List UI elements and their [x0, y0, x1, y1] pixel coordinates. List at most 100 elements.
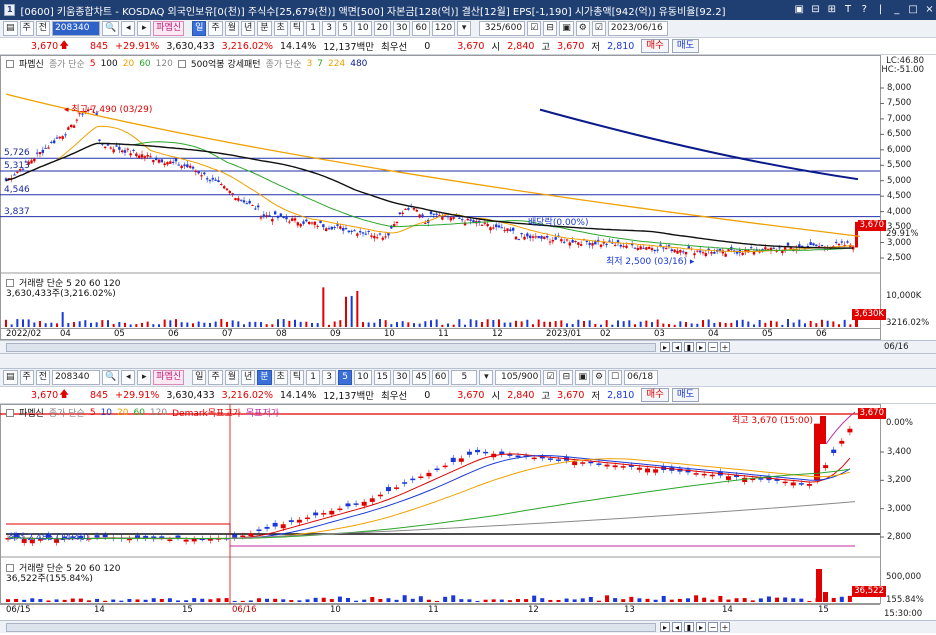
interval2-5-button[interactable]: 5 — [338, 370, 353, 385]
prev-stock2-icon[interactable]: ◂ — [121, 370, 136, 385]
stock-code-input[interactable]: 208340 — [52, 21, 101, 36]
dropdown2-icon[interactable]: ▾ — [479, 370, 494, 385]
daily-ma224-line — [5, 93, 861, 238]
period2-week-button[interactable]: 주 — [208, 370, 223, 385]
daily-chart-pane[interactable]: 파멥신 종가 단순 5 100 20 60 120 500억봉 강세패턴 종가 … — [0, 55, 936, 340]
stock-name2-field[interactable]: 파멥신 — [153, 370, 185, 385]
interval2-60-button[interactable]: 60 — [431, 370, 450, 385]
date-field[interactable]: 2023/06/16 — [607, 21, 668, 36]
save-icon[interactable]: ▣ — [559, 21, 574, 36]
nav-prev-icon[interactable]: ◂ — [672, 342, 682, 352]
period2-year-button[interactable]: 년 — [240, 370, 256, 385]
interval2-10-button[interactable]: 10 — [354, 370, 372, 385]
interval2-1-button[interactable]: 1 — [306, 370, 321, 385]
checkbox2-icon[interactable]: ☑ — [543, 370, 558, 385]
interval-20-button[interactable]: 20 — [373, 21, 392, 36]
interval-3-button[interactable]: 3 — [322, 21, 337, 36]
buy-button[interactable]: 매수 — [641, 39, 669, 53]
pane-divider[interactable] — [0, 353, 936, 369]
nav2-next-icon[interactable]: ▸ — [696, 622, 706, 632]
interval-60-button[interactable]: 60 — [412, 21, 430, 36]
date2-field[interactable]: 06/18 — [624, 370, 659, 385]
sell-button[interactable]: 매도 — [671, 39, 700, 53]
search-icon[interactable]: 🔍 — [102, 21, 120, 36]
next-stock-icon[interactable]: ▸ — [137, 21, 152, 36]
interval-1-button[interactable]: 1 — [306, 21, 321, 36]
period-week-button[interactable]: 주 — [208, 21, 223, 36]
gear2-icon[interactable]: ⚙ — [591, 370, 607, 385]
period-minute-button[interactable]: 분 — [257, 21, 272, 36]
zoom-in-icon[interactable]: + — [720, 342, 730, 352]
interval2-30-button[interactable]: 30 — [393, 370, 411, 385]
daily-scrollbar[interactable] — [6, 343, 656, 352]
minute-chart-pane[interactable]: 파멥신 종가 단순 5 10 20 60 120 Demark목표고가 목표저가… — [0, 404, 936, 622]
interval2-45-button[interactable]: 45 — [412, 370, 430, 385]
checkbox-date-icon[interactable]: ☑ — [591, 21, 606, 36]
sell2-button[interactable]: 매도 — [671, 388, 700, 402]
period-second-button[interactable]: 초 — [273, 21, 288, 36]
minute-scrollbar[interactable] — [6, 623, 656, 632]
period2-tick-button[interactable]: 틱 — [289, 370, 305, 385]
chart-settings2-icon[interactable]: ▤ — [3, 370, 18, 385]
interval-120-button[interactable]: 120 — [431, 21, 456, 36]
interval2-3-button[interactable]: 3 — [322, 370, 337, 385]
market-select[interactable]: 주 — [19, 21, 34, 36]
period-tick-button[interactable]: 틱 — [289, 21, 305, 36]
font-icon[interactable]: T — [841, 3, 854, 17]
search2-icon[interactable]: 🔍 — [102, 370, 120, 385]
close-icon[interactable]: × — [923, 3, 936, 17]
stock-code2-input[interactable]: 208340 — [52, 370, 101, 385]
lock-icon[interactable]: ⊟ — [543, 21, 558, 36]
period-month-button[interactable]: 월 — [224, 21, 239, 36]
period2-second-button[interactable]: 초 — [273, 370, 288, 385]
checkbox-date2-icon[interactable]: ☐ — [608, 370, 623, 385]
count2-field[interactable]: 105/900 — [495, 370, 542, 385]
help-icon[interactable]: ? — [858, 3, 871, 17]
checkbox-icon[interactable]: ☑ — [527, 21, 542, 36]
interval-30-button[interactable]: 30 — [393, 21, 411, 36]
window-ctrl-2-icon[interactable]: ⊟ — [809, 3, 822, 17]
minute-candle — [410, 478, 416, 481]
gear-icon[interactable]: ⚙ — [575, 21, 590, 36]
nav2-pause-icon[interactable]: ▮ — [684, 622, 694, 632]
nav2-first-icon[interactable]: ▸ — [660, 622, 670, 632]
chart-settings-icon[interactable]: ▤ — [3, 21, 18, 36]
dropdown-icon[interactable]: ▾ — [457, 21, 472, 36]
nav-first-icon[interactable]: ▸ — [660, 342, 670, 352]
lock2-icon[interactable]: ⊟ — [559, 370, 574, 385]
zoom2-out-icon[interactable]: − — [708, 622, 718, 632]
daily-volume-bar — [464, 324, 466, 327]
period-year-button[interactable]: 년 — [240, 21, 256, 36]
interval2-field[interactable]: 5 — [451, 370, 478, 385]
stock-name-field[interactable]: 파멥신 — [153, 21, 185, 36]
bottom-price-info: 3,670 🡅 845 +29.91% 3,630,433 3,216.02% … — [0, 387, 936, 404]
price-change-pct2: +29.91% — [115, 389, 160, 401]
nav-pause-icon[interactable]: ▮ — [684, 342, 694, 352]
zoom2-in-icon[interactable]: + — [720, 622, 730, 632]
nav2-prev-icon[interactable]: ◂ — [672, 622, 682, 632]
period2-month-button[interactable]: 월 — [224, 370, 239, 385]
buy2-button[interactable]: 매수 — [641, 388, 669, 402]
save2-icon[interactable]: ▣ — [575, 370, 590, 385]
legend-box-icon[interactable] — [6, 59, 14, 68]
next-stock2-icon[interactable]: ▸ — [137, 370, 152, 385]
nav-next-icon[interactable]: ▸ — [696, 342, 706, 352]
maximize-icon[interactable]: □ — [907, 3, 920, 17]
interval2-15-button[interactable]: 15 — [373, 370, 392, 385]
zoom-out-icon[interactable]: − — [708, 342, 718, 352]
market2-select[interactable]: 주 — [19, 370, 34, 385]
minimize-icon[interactable]: _ — [890, 3, 903, 17]
period2-day-button[interactable]: 일 — [192, 370, 207, 385]
window-ctrl-3-icon[interactable]: ⊞ — [825, 3, 838, 17]
all2-select[interactable]: 전 — [35, 370, 51, 385]
count-field[interactable]: 325/600 — [479, 21, 526, 36]
all-select[interactable]: 전 — [35, 21, 51, 36]
period-day-button[interactable]: 일 — [192, 21, 207, 36]
interval-5-button[interactable]: 5 — [338, 21, 353, 36]
interval-10-button[interactable]: 10 — [354, 21, 372, 36]
window-ctrl-1-icon[interactable]: ▣ — [793, 3, 806, 17]
prev-stock-icon[interactable]: ◂ — [121, 21, 136, 36]
legend-box2-icon[interactable] — [177, 59, 186, 68]
legend3-box-icon[interactable] — [6, 408, 14, 417]
period2-minute-button[interactable]: 분 — [257, 370, 272, 385]
